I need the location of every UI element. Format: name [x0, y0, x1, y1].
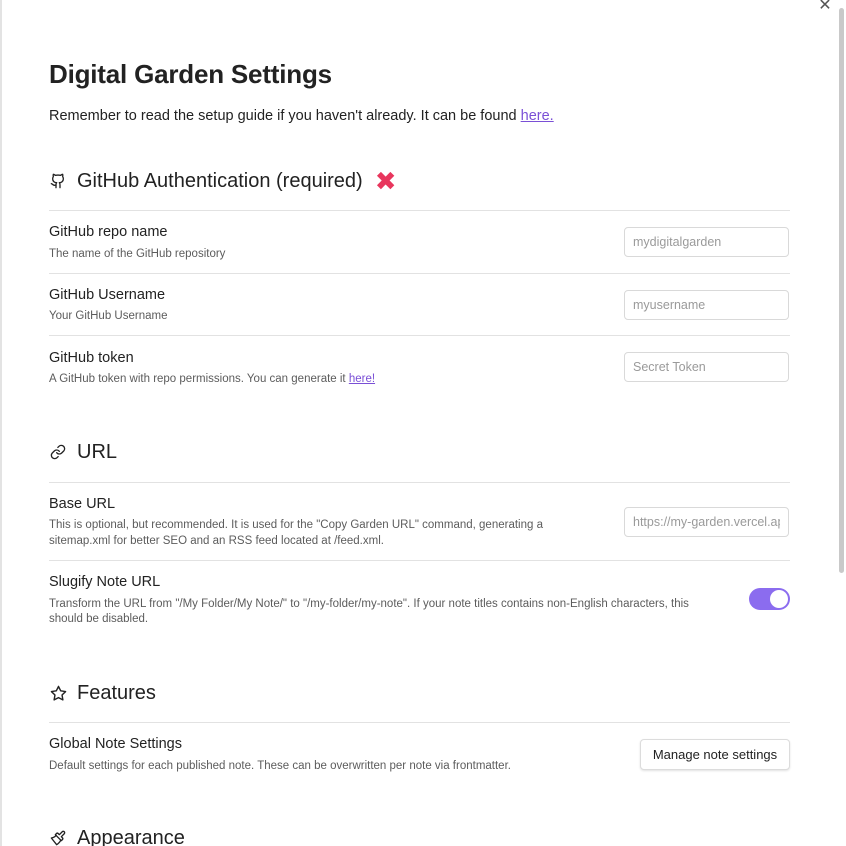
setting-name-slugify: Slugify Note URL [49, 574, 161, 590]
section-title-appearance: Appearance [77, 826, 185, 846]
setting-desc-slugify-line2: should be disabled. [49, 613, 149, 625]
scrollbar-thumb[interactable] [839, 8, 844, 573]
setting-name-global-note: Global Note Settings [49, 736, 182, 752]
username-input[interactable] [624, 290, 789, 320]
section-title-github: GitHub Authentication (required) [77, 169, 363, 192]
divider [49, 335, 790, 336]
page-title: Digital Garden Settings [49, 59, 332, 89]
section-github-auth: GitHub Authentication (required) ✖ [49, 166, 790, 196]
setting-desc-global-note: Default settings for each published note… [49, 760, 511, 772]
repo-name-input[interactable] [624, 227, 789, 257]
token-desc-text: A GitHub token with repo permissions. Yo… [49, 373, 349, 385]
divider [49, 210, 790, 211]
setting-desc-slugify-line1: Transform the URL from "/My Folder/My No… [49, 598, 689, 610]
slugify-toggle[interactable] [749, 588, 790, 610]
setup-guide-link[interactable]: here. [521, 108, 554, 124]
divider [49, 482, 790, 483]
setting-desc-username: Your GitHub Username [49, 310, 168, 322]
setting-name-base-url: Base URL [49, 496, 116, 512]
section-title-url: URL [77, 440, 118, 463]
intro-text: Remember to read the setup guide if you … [49, 108, 554, 124]
section-appearance: Appearance [49, 823, 790, 846]
toggle-knob [770, 590, 788, 608]
divider [49, 560, 790, 561]
modal-left-border [0, 0, 2, 846]
token-input[interactable] [624, 352, 789, 382]
base-url-input[interactable] [624, 507, 789, 537]
manage-note-settings-button[interactable]: Manage note settings [640, 739, 790, 770]
setting-desc-base-url-line2: sitemap.xml for better SEO and an RSS fe… [49, 535, 384, 547]
close-button[interactable]: ✕ [815, 0, 835, 14]
auth-status-error-icon: ✖ [374, 166, 397, 196]
star-icon [49, 684, 67, 702]
section-features: Features [49, 678, 790, 708]
setting-name-token: GitHub token [49, 350, 134, 366]
divider [49, 722, 790, 723]
link-icon [49, 443, 67, 461]
setting-desc-base-url-line1: This is optional, but recommended. It is… [49, 519, 543, 531]
intro-text-body: Remember to read the setup guide if you … [49, 108, 521, 124]
github-icon [49, 172, 67, 190]
setting-desc-repo: The name of the GitHub repository [49, 248, 226, 260]
brush-icon [49, 829, 67, 846]
setting-desc-token: A GitHub token with repo permissions. Yo… [49, 371, 375, 387]
setting-name-repo: GitHub repo name [49, 224, 168, 240]
section-title-features: Features [77, 681, 156, 704]
generate-token-link[interactable]: here! [349, 373, 375, 385]
section-url: URL [49, 437, 790, 467]
divider [49, 273, 790, 274]
setting-name-username: GitHub Username [49, 287, 166, 303]
